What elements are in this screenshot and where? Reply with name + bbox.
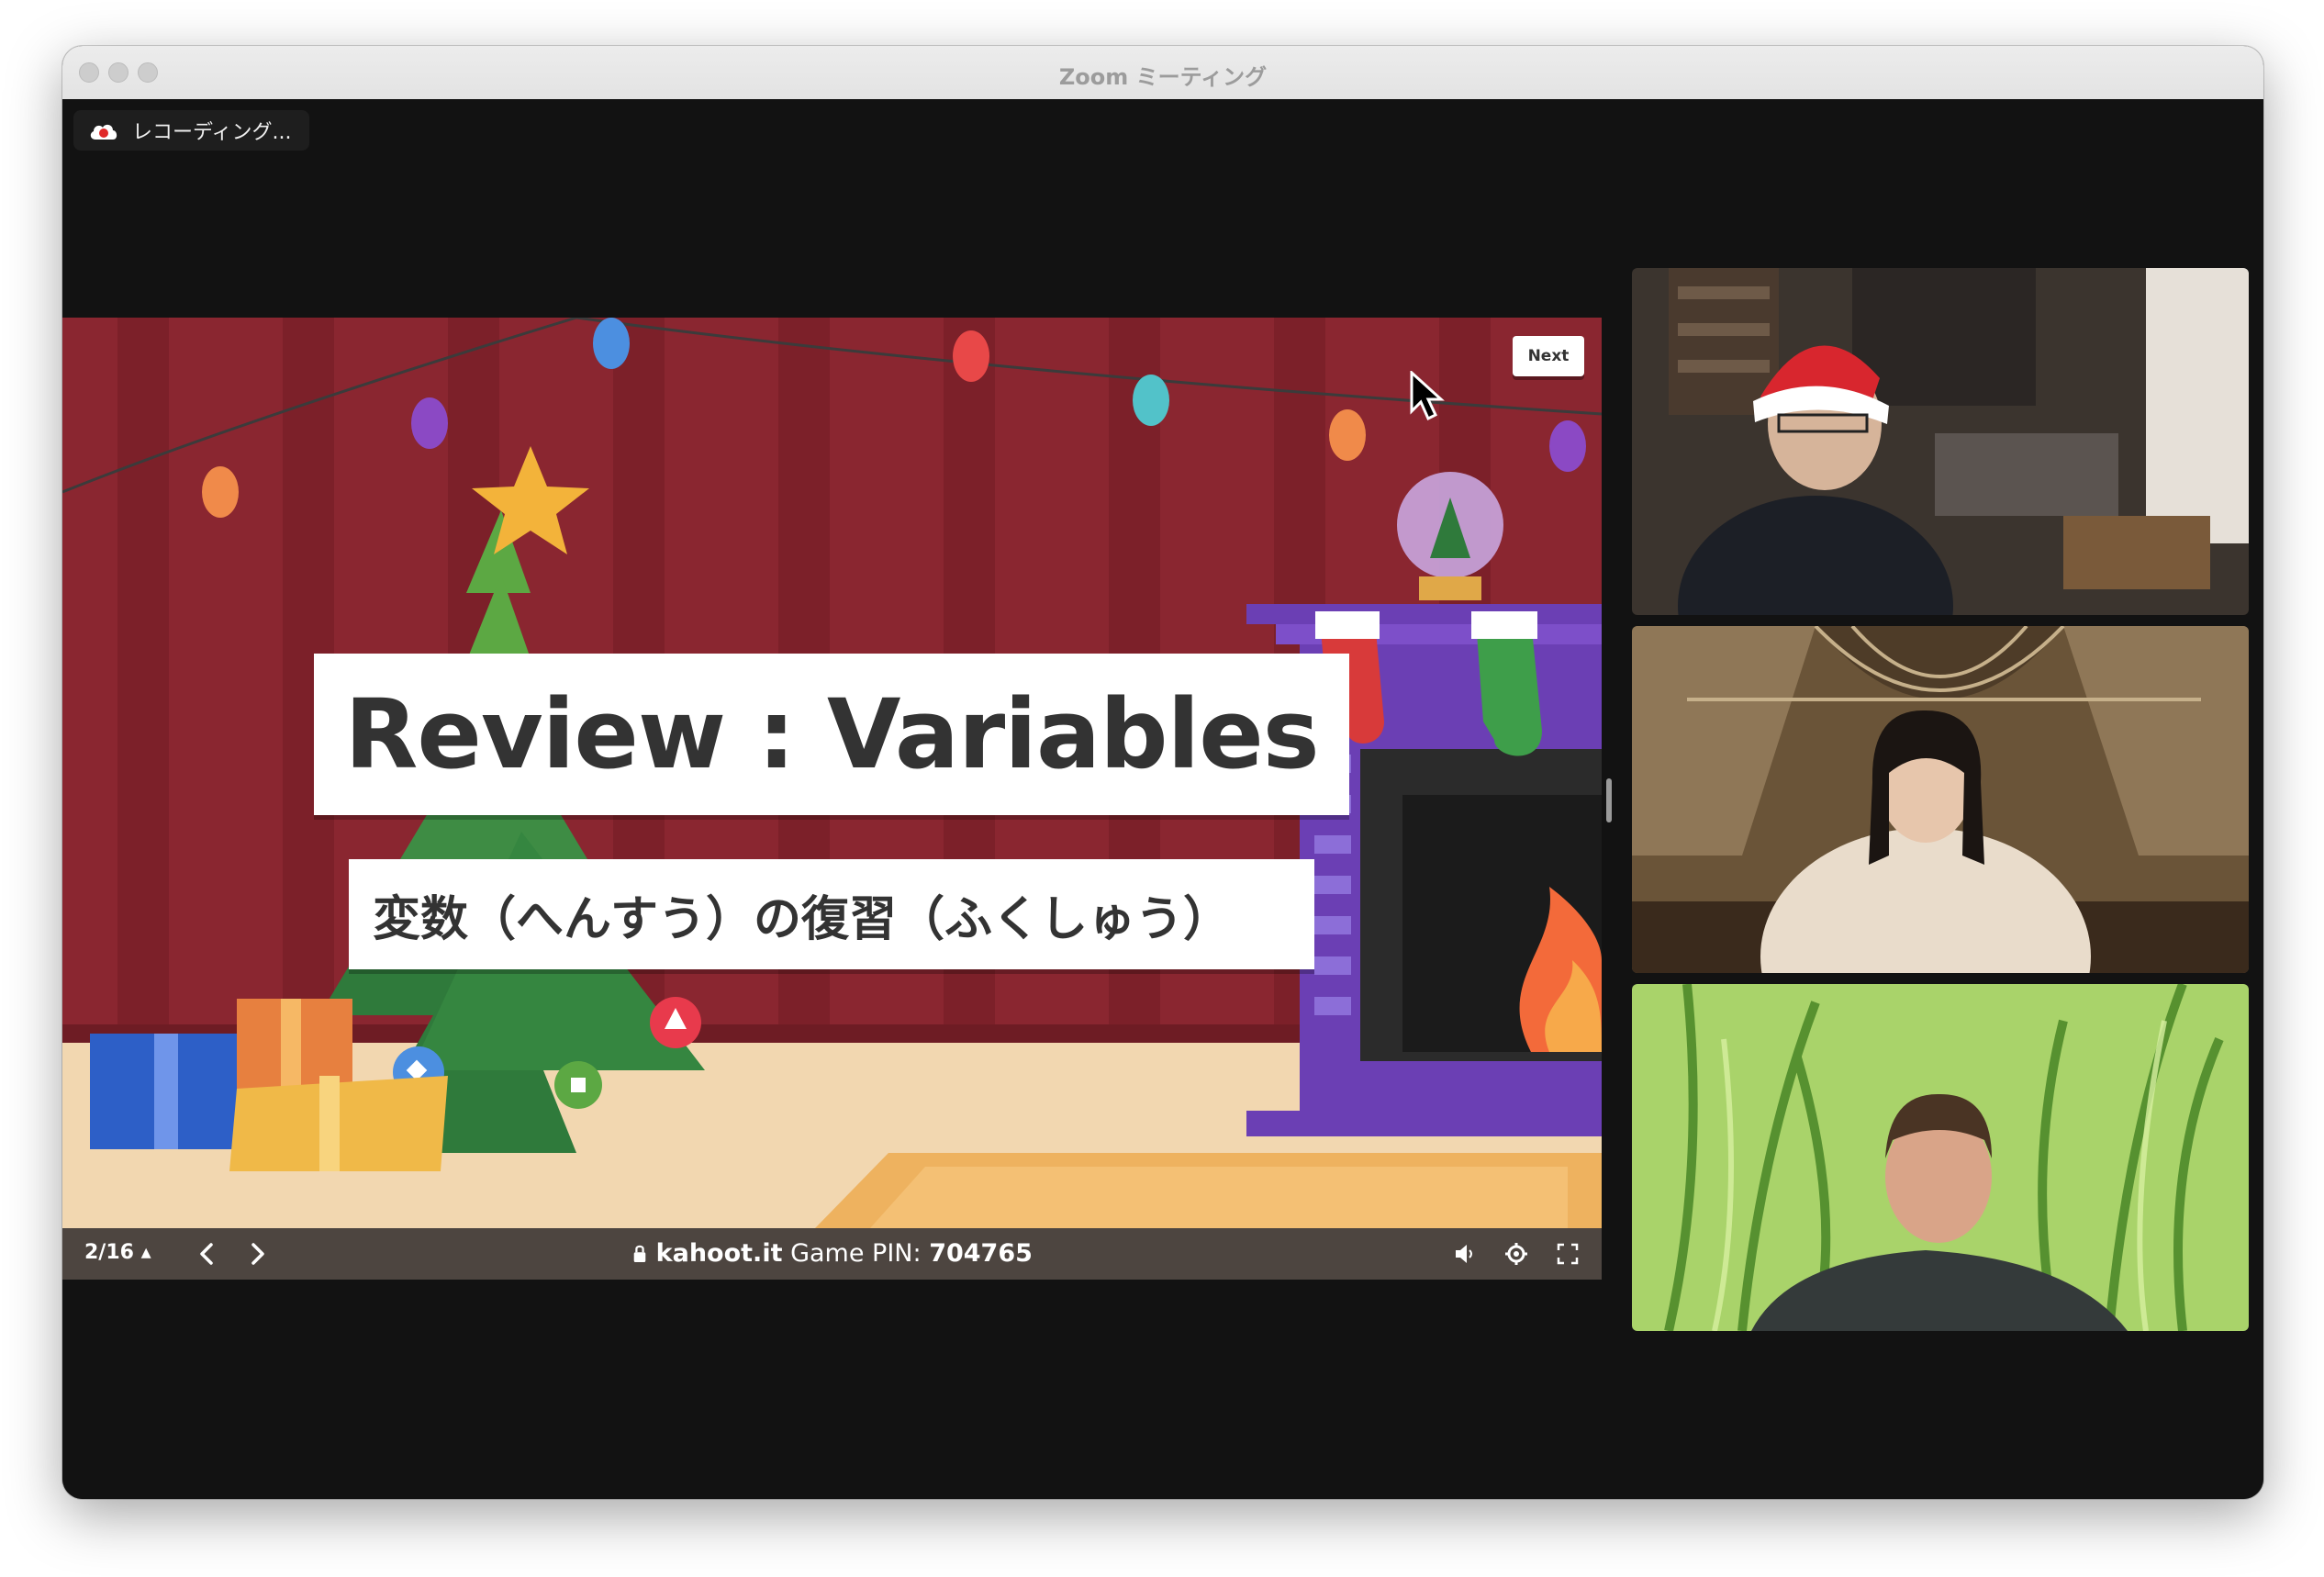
- participant-video-2[interactable]: [1632, 626, 2249, 973]
- window-title: Zoom ミーティング: [1058, 64, 1268, 90]
- host-url: kahoot.it: [655, 1239, 783, 1268]
- video-feed: [1632, 984, 2249, 1331]
- lock-icon: [633, 1245, 646, 1262]
- pin-label: Game PIN:: [790, 1239, 922, 1268]
- shared-screen: Next Review : Variables 変数（へんすう）の復習（ふくしゅ…: [62, 318, 1602, 1280]
- kahoot-slide: Next Review : Variables 変数（へんすう）の復習（ふくしゅ…: [62, 318, 1602, 1228]
- slide-title: Review : Variables: [314, 654, 1349, 815]
- meeting-content: レコーディング... Next Review: Variables 変数（へん…: [62, 99, 2263, 1499]
- next-button[interactable]: Next: [1513, 336, 1584, 376]
- game-pin-info: kahoot.it Game PIN: 704765: [62, 1239, 1602, 1268]
- cloud-record-icon: [90, 124, 117, 140]
- recording-indicator[interactable]: レコーディング...: [73, 110, 310, 151]
- recording-label: レコーディング...: [132, 121, 292, 144]
- fullscreen-icon[interactable]: [1555, 1241, 1581, 1267]
- pin-value: 704765: [929, 1239, 1033, 1268]
- speaker-icon[interactable]: [1452, 1241, 1478, 1267]
- presentation-toolbar: 2/16 ▴ kahoot.it Game PIN: 704765: [62, 1228, 1602, 1280]
- participant-video-1[interactable]: [1632, 268, 2249, 615]
- gear-icon[interactable]: [1503, 1241, 1529, 1267]
- mouse-cursor-icon: [1410, 371, 1445, 421]
- zoom-window: Zoom ミーティング レコーディング... Next Review: Var…: [62, 46, 2263, 1499]
- video-feed: [1632, 626, 2249, 973]
- title-bar: Zoom ミーティング: [62, 46, 2263, 100]
- video-feed: [1632, 268, 2249, 615]
- resize-handle[interactable]: [1606, 778, 1612, 822]
- slide-subtitle: 変数（へんすう）の復習（ふくしゅう）: [349, 859, 1314, 969]
- participant-video-3[interactable]: [1632, 984, 2249, 1331]
